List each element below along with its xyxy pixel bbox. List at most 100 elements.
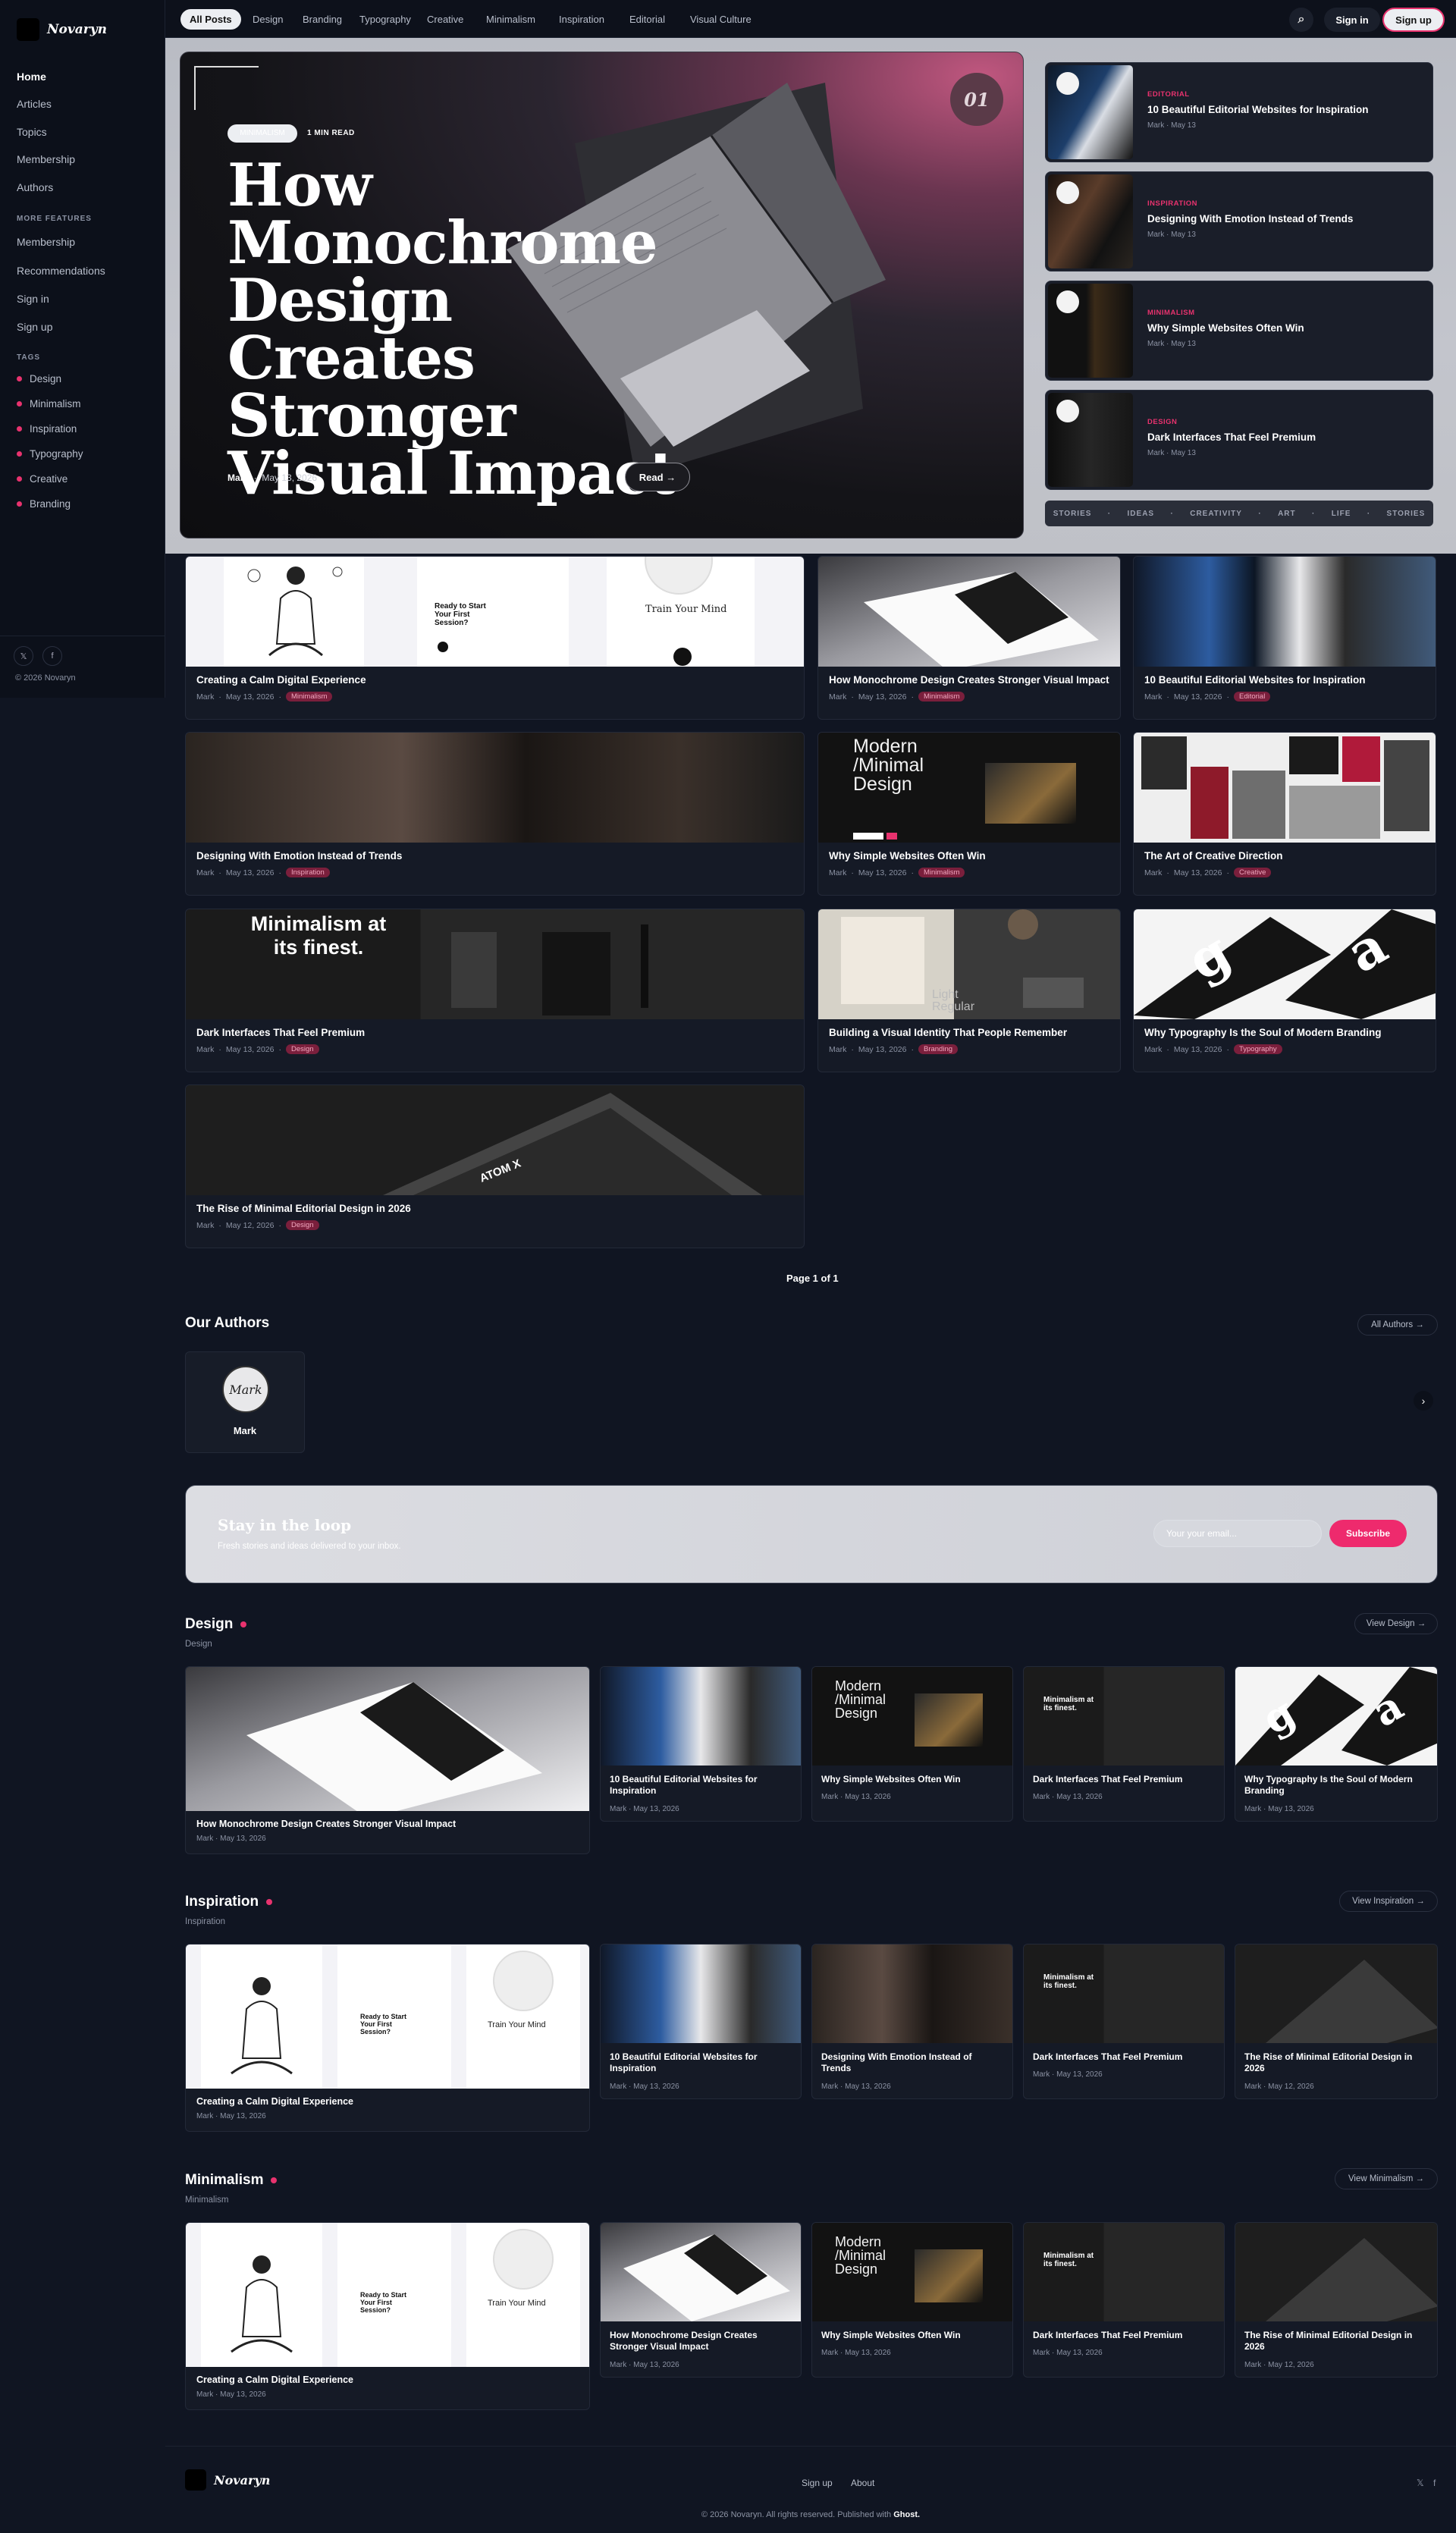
post-tag[interactable]: Editorial — [1233, 692, 1271, 702]
sign-up-button[interactable]: Sign up — [1382, 8, 1445, 32]
post-card[interactable]: Light Regular Building a Visual Identity… — [817, 909, 1121, 1072]
section-small-card[interactable]: g a Why Typography Is the Soul of Modern B… — [1235, 1666, 1438, 1822]
footer-link-about[interactable]: About — [851, 2478, 874, 2488]
post-tag[interactable]: Minimalism — [918, 692, 965, 702]
chip-all-posts[interactable]: All Posts — [180, 9, 241, 30]
post-card[interactable]: Modern /Minimal Design Why Simple Websit… — [817, 732, 1121, 896]
section-small-card[interactable]: The Rise of Minimal Editorial Design in … — [1235, 2222, 1438, 2378]
post-card[interactable]: ATOM X The Rise of Minimal Editorial Des… — [185, 1084, 805, 1248]
section-small-card[interactable]: The Rise of Minimal Editorial Design in … — [1235, 1944, 1438, 2099]
collage-tile — [1289, 786, 1380, 839]
post-card[interactable]: Designing With Emotion Instead of Trends… — [185, 732, 805, 896]
section-small-card[interactable]: Modern /Minimal Design Why Simple Website… — [811, 1666, 1013, 1822]
post-tag[interactable]: Minimalism — [285, 692, 333, 702]
post-title: 10 Beautiful Editorial Websites for Insp… — [610, 2051, 758, 2073]
tag-minimalism[interactable]: Minimalism — [17, 398, 81, 410]
site-logo[interactable]: Novaryn — [17, 18, 107, 41]
author-card[interactable]: Mark Mark — [185, 1351, 305, 1453]
hero-read-button[interactable]: Read → — [625, 463, 690, 491]
post-title: Why Simple Websites Often Win — [821, 1774, 961, 1784]
tag-branding[interactable]: Branding — [17, 498, 71, 510]
section-small-card[interactable]: Designing With Emotion Instead of Trends… — [811, 1944, 1013, 2099]
tag-creative[interactable]: Creative — [17, 473, 67, 485]
section-small-card[interactable]: Minimalism at its finest. Dark Interfaces… — [1023, 1944, 1225, 2099]
section-big-card[interactable]: Ready to Start Your First Session? Train … — [185, 1944, 590, 2132]
nav-topics[interactable]: Topics — [17, 126, 47, 138]
footer-logo[interactable]: Novaryn — [185, 2469, 270, 2491]
post-tag[interactable]: Inspiration — [285, 868, 330, 877]
nav-more-membership[interactable]: Membership — [17, 236, 75, 248]
featured-meta: Mark · May 13 — [1147, 449, 1196, 457]
post-tag[interactable]: Creative — [1233, 868, 1272, 877]
chip-visual-culture[interactable]: Visual Culture — [681, 9, 761, 30]
tag-inspiration[interactable]: Inspiration — [17, 423, 77, 435]
nav-membership[interactable]: Membership — [17, 153, 75, 165]
facebook-icon[interactable]: f — [1433, 2478, 1436, 2488]
post-card[interactable]: Minimalism at its finest. Dark Interface… — [185, 909, 805, 1072]
chip-design[interactable]: Design — [243, 9, 292, 30]
section-dot — [271, 2177, 278, 2183]
newsletter-email-input[interactable]: Your your email... — [1153, 1520, 1322, 1547]
footer-copyright: © 2026 Novaryn. All rights reserved. Pub… — [165, 2510, 1456, 2519]
search-icon[interactable]: ⌕ — [1289, 8, 1313, 32]
nav-home[interactable]: Home — [17, 71, 46, 83]
subscribe-button[interactable]: Subscribe — [1329, 1520, 1407, 1547]
x-icon[interactable]: 𝕏 — [1417, 2478, 1424, 2488]
featured-card[interactable]: EDITORIAL 10 Beautiful Editorial Website… — [1045, 62, 1433, 162]
chip-creative[interactable]: Creative — [418, 9, 472, 30]
nav-sign-in[interactable]: Sign in — [17, 293, 49, 305]
image-button — [886, 833, 897, 840]
chip-branding[interactable]: Branding — [293, 9, 351, 30]
ghost-link[interactable]: Ghost. — [893, 2510, 920, 2519]
section-small-card[interactable]: How Monochrome Design Creates Stronger V… — [600, 2222, 802, 2378]
view-design-button[interactable]: View Design → — [1354, 1613, 1438, 1634]
post-card[interactable]: The Art of Creative Direction Mark · May 1… — [1133, 732, 1436, 896]
section-small-card[interactable]: Minimalism at its finest. Dark Interfaces… — [1023, 2222, 1225, 2378]
chevron-right-icon[interactable]: › — [1414, 1391, 1433, 1411]
footer-link-sign-up[interactable]: Sign up — [802, 2478, 833, 2488]
section-small-card[interactable]: 10 Beautiful Editorial Websites for Insp… — [600, 1944, 802, 2099]
chip-typography[interactable]: Typography — [350, 9, 420, 30]
post-tag[interactable]: Design — [285, 1220, 319, 1230]
interior-block — [641, 924, 648, 1008]
collage-tile — [1141, 736, 1187, 789]
post-card[interactable]: Ready to Start Your First Session? Train… — [185, 556, 805, 720]
chip-editorial[interactable]: Editorial — [620, 9, 674, 30]
section-big-card[interactable]: How Monochrome Design Creates Stronger V… — [185, 1666, 590, 1854]
tag-design[interactable]: Design — [17, 373, 61, 385]
view-minimalism-button[interactable]: View Minimalism → — [1335, 2168, 1438, 2189]
chip-inspiration[interactable]: Inspiration — [550, 9, 613, 30]
featured-title: 10 Beautiful Editorial Websites for Insp… — [1147, 104, 1369, 115]
image-caption: Light Regular — [932, 988, 975, 1013]
featured-card[interactable]: MINIMALISM Why Simple Websites Often Win… — [1045, 281, 1433, 381]
chip-minimalism[interactable]: Minimalism — [477, 9, 544, 30]
section-title-design: Design — [185, 1616, 247, 1633]
featured-card[interactable]: INSPIRATION Designing With Emotion Inste… — [1045, 171, 1433, 272]
post-card[interactable]: How Monochrome Design Creates Stronger V… — [817, 556, 1121, 720]
post-tag[interactable]: Design — [285, 1044, 319, 1054]
section-big-card[interactable]: Ready to Start Your First Session? Train … — [185, 2222, 590, 2410]
post-tag[interactable]: Branding — [918, 1044, 959, 1054]
post-tag[interactable]: Minimalism — [918, 868, 965, 877]
view-inspiration-button[interactable]: View Inspiration → — [1339, 1891, 1438, 1912]
post-tag[interactable]: Typography — [1233, 1044, 1282, 1054]
image-caption: Train Your Mind — [645, 604, 727, 615]
nav-sign-up[interactable]: Sign up — [17, 321, 52, 333]
post-date: May 13, 2026 — [1173, 1044, 1222, 1054]
nav-authors[interactable]: Authors — [17, 181, 53, 193]
tag-typography[interactable]: Typography — [17, 448, 83, 460]
post-card[interactable]: 10 Beautiful Editorial Websites for Insp… — [1133, 556, 1436, 720]
featured-card[interactable]: DESIGN Dark Interfaces That Feel Premium… — [1045, 390, 1433, 490]
nav-articles[interactable]: Articles — [17, 98, 52, 110]
sign-in-button[interactable]: Sign in — [1324, 8, 1380, 32]
nav-recommendations[interactable]: Recommendations — [17, 265, 105, 277]
section-small-card[interactable]: Minimalism at its finest. Dark Interfaces… — [1023, 1666, 1225, 1822]
facebook-icon[interactable]: f — [42, 646, 62, 666]
post-card[interactable]: ga Why Typography Is the Soul of Modern … — [1133, 909, 1436, 1072]
section-small-card[interactable]: Modern /Minimal Design Why Simple Website… — [811, 2222, 1013, 2378]
section-small-card[interactable]: 10 Beautiful Editorial Websites for Insp… — [600, 1666, 802, 1822]
x-icon[interactable]: 𝕏 — [14, 646, 33, 666]
hero-title[interactable]: How Monochrome Design Creates Stronger V… — [228, 156, 713, 504]
hero-category-badge[interactable]: MINIMALISM — [228, 124, 297, 143]
all-authors-button[interactable]: All Authors → — [1357, 1314, 1438, 1336]
